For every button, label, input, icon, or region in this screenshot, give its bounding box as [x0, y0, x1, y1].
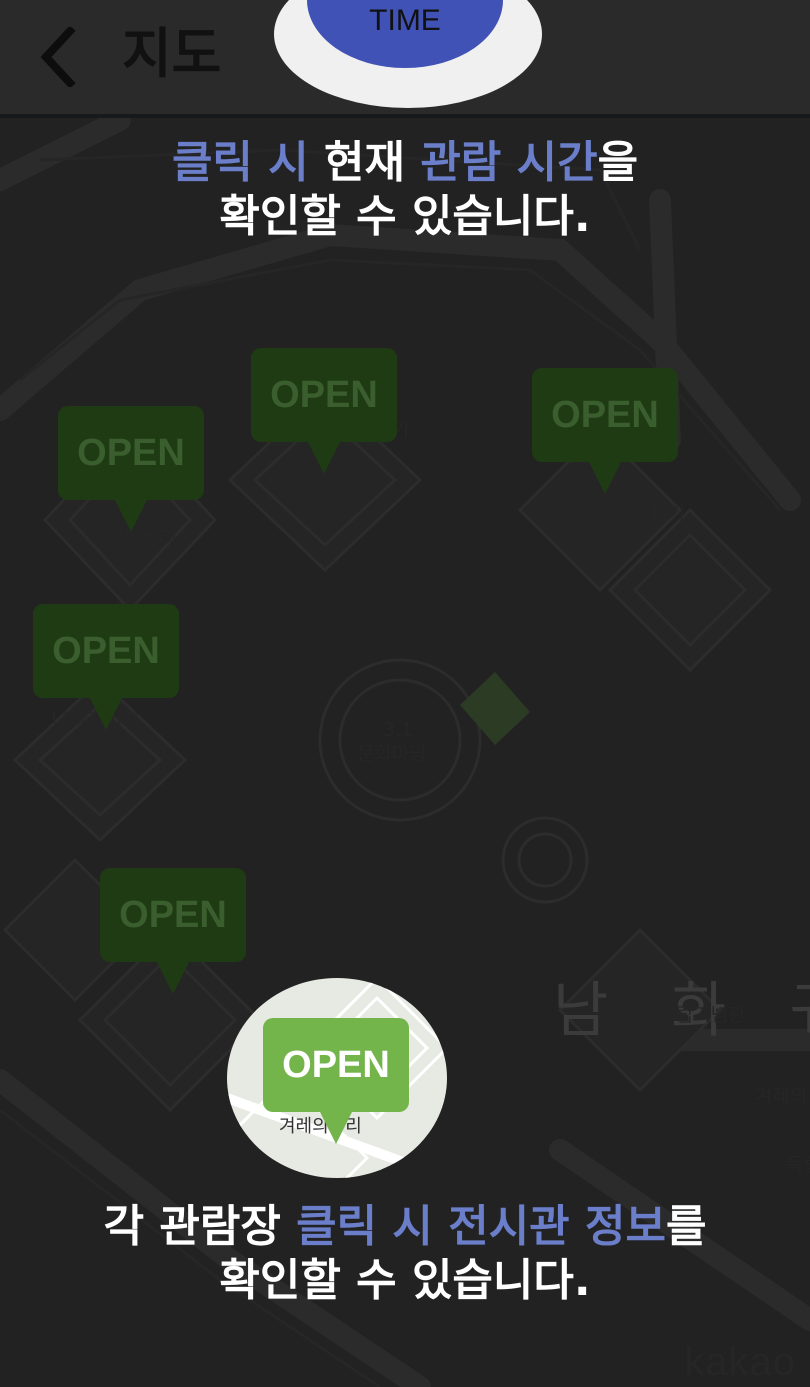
marker-pin-icon: [157, 962, 189, 994]
tooltip-exhibit-line1: 각 관람장 클릭 시 전시관 정보를: [0, 1200, 810, 1254]
tooltip-exhibit-line2: 확인할 수 있습니다.: [219, 1255, 591, 1306]
marker-open-label: OPEN: [58, 406, 204, 500]
map-label-dok-edge: 독립: [786, 1154, 810, 1176]
tooltip-highlight: 클릭 시: [171, 137, 309, 188]
marker-pin-icon: [589, 462, 621, 494]
marker-open-label: OPEN: [263, 1018, 409, 1112]
back-button[interactable]: [28, 22, 88, 92]
page-title: 지도: [122, 22, 222, 85]
tooltip-text: 을: [597, 137, 639, 188]
kakao-attribution: kakao: [684, 1340, 796, 1384]
tooltip-text: 현재: [308, 137, 421, 188]
map-marker-open[interactable]: OPEN: [532, 368, 678, 498]
map-screen: 평화누리 새나라세우기 나라지키기 기 3.1 문화마당 겨 남 화 귀 독립기…: [0, 0, 810, 1387]
time-button[interactable]: TIME: [307, 0, 503, 68]
tooltip-text: 각 관람장: [103, 1201, 297, 1252]
marker-open-label: OPEN: [251, 348, 397, 442]
marker-pin-icon: [115, 500, 147, 532]
app-header: 지도 TIME: [0, 0, 810, 118]
map-marker-open[interactable]: OPEN: [251, 348, 397, 478]
tooltip-highlight: 관람 시간: [420, 137, 598, 188]
tooltip-time-line1: 클릭 시 현재 관람 시간을: [0, 136, 810, 190]
marker-open-label: OPEN: [100, 868, 246, 962]
tooltip-time-line2: 확인할 수 있습니다.: [219, 191, 591, 242]
map-label-gyeore-edge: 겨레의: [755, 1085, 808, 1107]
tooltip-time: 클릭 시 현재 관람 시간을 확인할 수 있습니다.: [0, 136, 810, 244]
marker-pin-icon: [320, 1112, 352, 1144]
map-marker-open-highlighted[interactable]: OPEN: [263, 1018, 409, 1148]
map-label-dongnip-hall: 독립기념관: [658, 1004, 746, 1026]
map-marker-open[interactable]: OPEN: [33, 604, 179, 734]
marker-open-label: OPEN: [532, 368, 678, 462]
time-button-spotlight: TIME: [274, 0, 542, 108]
map-label-munhwa: 문화마당: [357, 743, 427, 765]
tooltip-exhibit: 각 관람장 클릭 시 전시관 정보를 확인할 수 있습니다.: [0, 1200, 810, 1308]
marker-pin-icon: [308, 442, 340, 474]
tooltip-text: 를: [665, 1201, 707, 1252]
chevron-left-icon: [40, 27, 76, 87]
marker-pin-icon: [90, 698, 122, 730]
map-marker-open[interactable]: OPEN: [58, 406, 204, 536]
map-marker-open[interactable]: OPEN: [100, 868, 246, 998]
tooltip-highlight: 클릭 시 전시관 정보: [296, 1201, 666, 1252]
map-label-saenara: 새나라세우기: [580, 503, 685, 525]
marker-open-label: OPEN: [33, 604, 179, 698]
map-label-munhwa-number: 3.1: [383, 719, 414, 741]
marker-spotlight: 겨레의누리 OPEN: [227, 978, 447, 1178]
